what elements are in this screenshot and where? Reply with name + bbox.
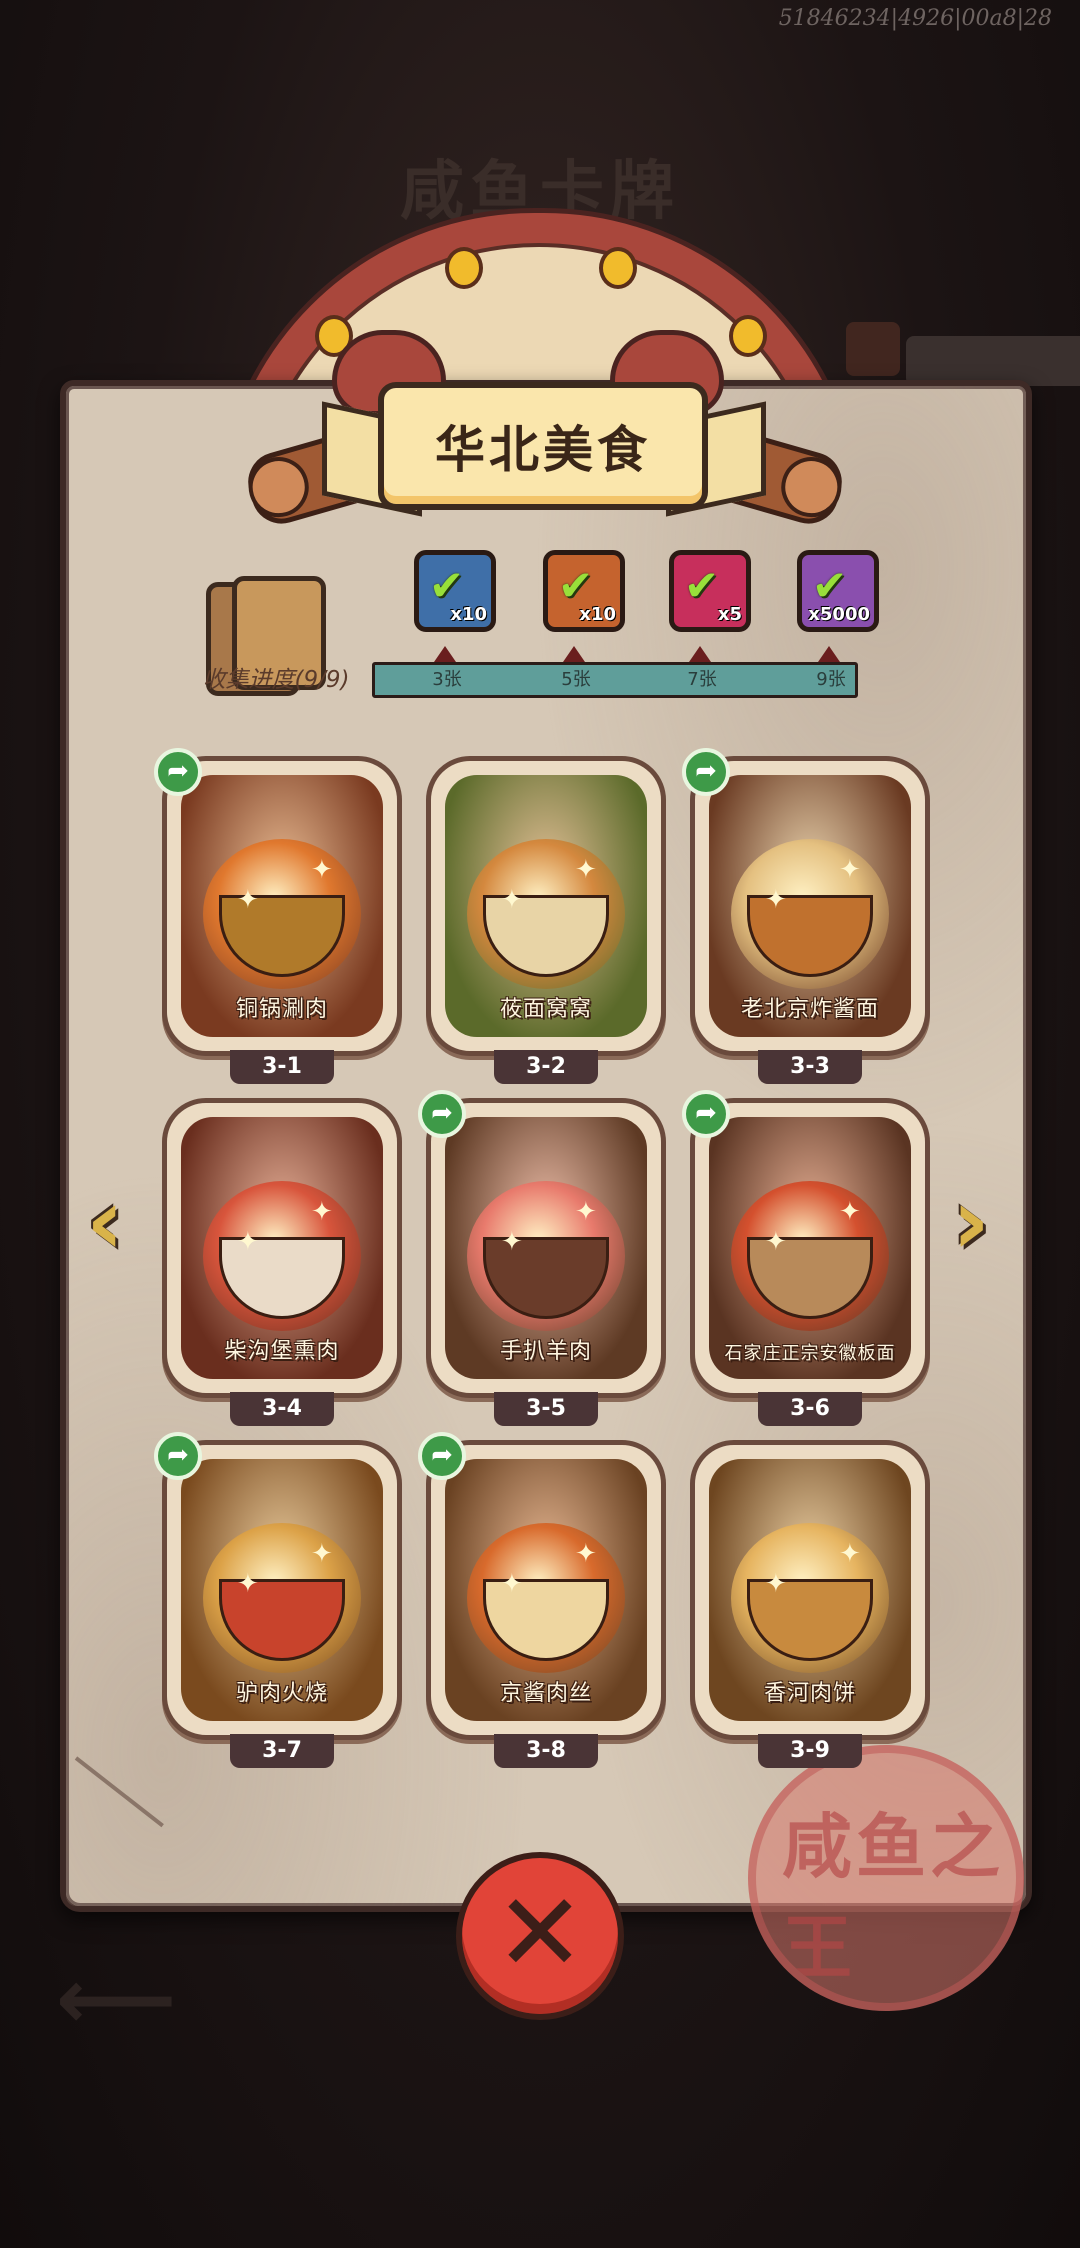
dish-name: 京酱肉丝 — [499, 1681, 592, 1706]
milestone-label: 9张 — [816, 669, 846, 690]
stud-icon — [599, 247, 637, 289]
share-icon[interactable]: ➦ — [154, 748, 202, 796]
sparkle-icon: ✦ — [839, 1197, 861, 1227]
card-id-tag: 3-5 — [494, 1392, 598, 1426]
sparkle-icon: ✦ — [501, 885, 523, 915]
prev-page-arrow-icon[interactable]: ‹ — [70, 1168, 140, 1276]
dish-name: 香河肉饼 — [763, 1681, 856, 1706]
check-icon: ✔ — [429, 561, 465, 610]
food-card[interactable]: ✦ ✦ 老北京炸酱面 — [690, 756, 930, 1056]
card-id-tag: 3-3 — [758, 1050, 862, 1084]
check-icon: ✔ — [812, 561, 848, 610]
food-illustration: ✦ ✦ 铜锅涮肉 — [181, 775, 383, 1037]
card-id-tag: 3-2 — [494, 1050, 598, 1084]
food-card[interactable]: ✦ ✦ 柴沟堡熏肉 — [162, 1098, 402, 1398]
card-id-tag: 3-1 — [230, 1050, 334, 1084]
food-card[interactable]: ✦ ✦ 石家庄正宗安徽板面 — [690, 1098, 930, 1398]
next-page-arrow-icon[interactable]: › — [936, 1168, 1006, 1276]
reward-qty: x10 — [579, 604, 616, 625]
milestone-label: 5张 — [561, 669, 591, 690]
sparkle-icon: ✦ — [765, 1227, 787, 1257]
progress-bar: 3张 5张 7张 9张 — [372, 662, 858, 698]
food-illustration: ✦ ✦ 老北京炸酱面 — [709, 775, 911, 1037]
sparkle-icon: ✦ — [501, 1227, 523, 1257]
stud-icon — [445, 247, 483, 289]
back-arrow-icon: ⟵ — [56, 1950, 177, 2048]
close-button[interactable]: ✕ — [456, 1852, 624, 2020]
stud-icon — [729, 315, 767, 357]
food-illustration: ✦ ✦ 手扒羊肉 — [445, 1117, 647, 1379]
sparkle-icon: ✦ — [575, 1539, 597, 1569]
reward-qty: x10 — [450, 604, 487, 625]
food-card[interactable]: ✦ ✦ 京酱肉丝 — [426, 1440, 666, 1740]
dish-name: 铜锅涮肉 — [235, 997, 328, 1022]
dish-name: 莜面窝窝 — [499, 997, 592, 1022]
food-card[interactable]: ✦ ✦ 莜面窝窝 — [426, 756, 666, 1056]
food-card[interactable]: ✦ ✦ 香河肉饼 — [690, 1440, 930, 1740]
sparkle-icon: ✦ — [501, 1569, 523, 1599]
reward-treasure-chest[interactable]: ✔ x10 — [414, 550, 496, 632]
milestone-marker — [818, 646, 840, 662]
seal-text: 咸鱼之王 — [782, 1806, 1004, 1989]
sparkle-icon: ✦ — [575, 1197, 597, 1227]
sparkle-icon: ✦ — [311, 1197, 333, 1227]
food-illustration: ✦ ✦ 莜面窝窝 — [445, 775, 647, 1037]
share-icon[interactable]: ➦ — [418, 1090, 466, 1138]
food-card[interactable]: ✦ ✦ 驴肉火烧 — [162, 1440, 402, 1740]
reward-qty: x5000 — [808, 604, 870, 625]
milestone-label: 7张 — [687, 669, 717, 690]
milestone-marker — [563, 646, 585, 662]
reward-qty: x5 — [717, 604, 742, 625]
chest-icon — [846, 322, 900, 376]
milestone-marker — [434, 646, 456, 662]
sparkle-icon: ✦ — [765, 885, 787, 915]
food-illustration: ✦ ✦ 柴沟堡熏肉 — [181, 1117, 383, 1379]
card-id-tag: 3-8 — [494, 1734, 598, 1768]
title-banner: 华北美食 — [378, 382, 708, 510]
sparkle-icon: ✦ — [839, 855, 861, 885]
panel-title: 华北美食 — [435, 421, 651, 479]
progress-label: 收集进度(9/9) — [202, 667, 350, 693]
card-id-tag: 3-7 — [230, 1734, 334, 1768]
dish-name: 老北京炸酱面 — [740, 997, 879, 1022]
food-illustration: ✦ ✦ 石家庄正宗安徽板面 — [709, 1117, 911, 1379]
card-id-tag: 3-6 — [758, 1392, 862, 1426]
sparkle-icon: ✦ — [237, 1569, 259, 1599]
sparkle-icon: ✦ — [765, 1569, 787, 1599]
dish-name: 驴肉火烧 — [235, 1681, 328, 1706]
card-id-tag: 3-4 — [230, 1392, 334, 1426]
dish-name: 柴沟堡熏肉 — [224, 1339, 340, 1364]
dish-name: 手扒羊肉 — [499, 1339, 592, 1364]
milestone-marker — [689, 646, 711, 662]
seal-stamp: 咸鱼之王 — [748, 1745, 1024, 2011]
sparkle-icon: ✦ — [575, 855, 597, 885]
reward-gem-orb[interactable]: ✔ x5 — [669, 550, 751, 632]
food-illustration: ✦ ✦ 京酱肉丝 — [445, 1459, 647, 1721]
food-illustration: ✦ ✦ 驴肉火烧 — [181, 1459, 383, 1721]
dish-name: 石家庄正宗安徽板面 — [724, 1343, 896, 1364]
sparkle-icon: ✦ — [237, 1227, 259, 1257]
close-icon: ✕ — [494, 1871, 586, 1996]
check-icon: ✔ — [684, 561, 720, 610]
share-icon[interactable]: ➦ — [418, 1432, 466, 1480]
food-card[interactable]: ✦ ✦ 手扒羊肉 — [426, 1098, 666, 1398]
debug-id-text: 51846234|4926|00a8|28 — [778, 6, 1052, 31]
sparkle-icon: ✦ — [311, 855, 333, 885]
share-icon[interactable]: ➦ — [682, 1090, 730, 1138]
reward-crystal[interactable]: ✔ x5000 — [797, 550, 879, 632]
card-id-tag: 3-9 — [758, 1734, 862, 1768]
sparkle-icon: ✦ — [311, 1539, 333, 1569]
food-card[interactable]: ✦ ✦ 铜锅涮肉 — [162, 756, 402, 1056]
share-icon[interactable]: ➦ — [682, 748, 730, 796]
check-icon: ✔ — [558, 561, 594, 610]
milestone-label: 3张 — [432, 669, 462, 690]
reward-ticket[interactable]: ✔ x10 — [543, 550, 625, 632]
background-resource-bar — [906, 336, 1080, 386]
share-icon[interactable]: ➦ — [154, 1432, 202, 1480]
sparkle-icon: ✦ — [839, 1539, 861, 1569]
food-illustration: ✦ ✦ 香河肉饼 — [709, 1459, 911, 1721]
sparkle-icon: ✦ — [237, 885, 259, 915]
